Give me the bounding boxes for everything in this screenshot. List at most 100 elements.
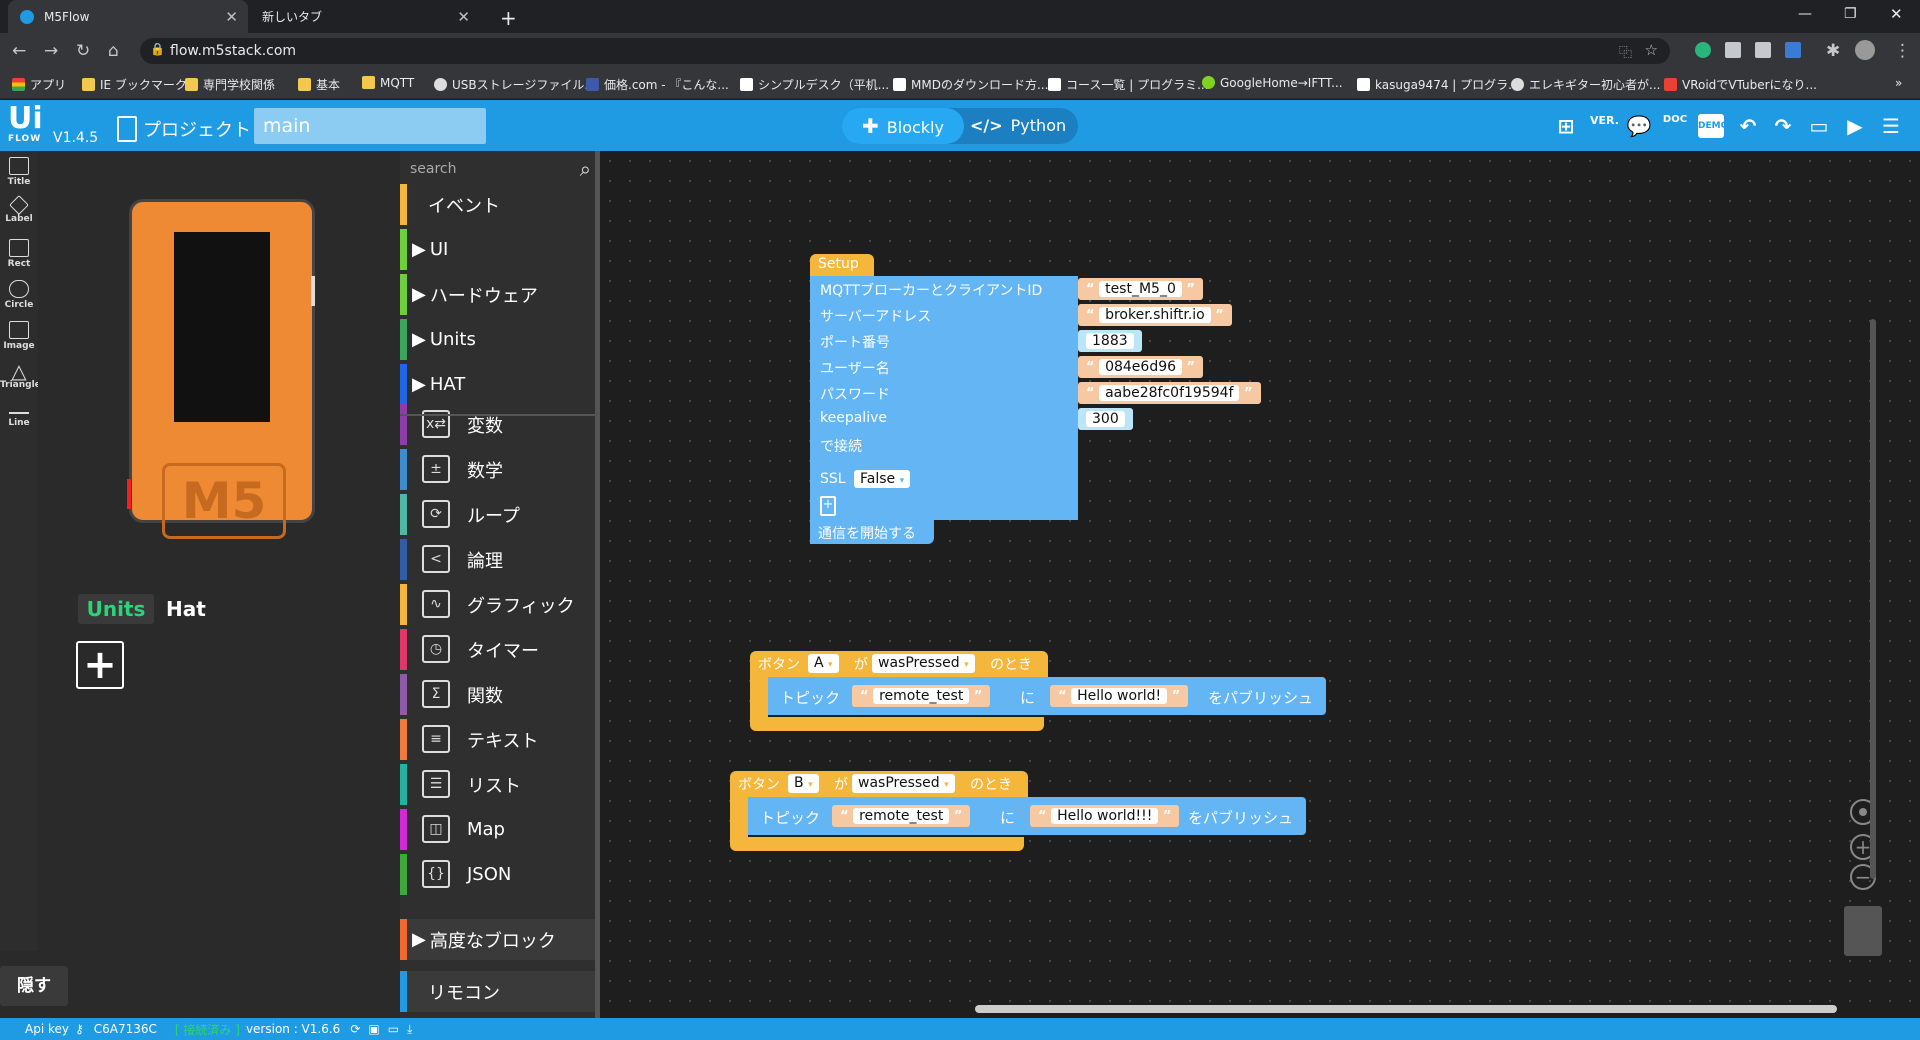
- blockly-workspace[interactable]: Setup MQTTブローカーとクライアントID “ test_M5_0 ” サーバ…: [600, 151, 1920, 1018]
- category-item[interactable]: < 論理: [400, 539, 595, 580]
- browser-tab-new[interactable]: 新しいタブ ✕: [250, 0, 480, 33]
- topic-value[interactable]: remote_test: [873, 688, 970, 704]
- message-value[interactable]: Hello world!!!: [1051, 808, 1159, 824]
- workspace-vertical-scrollbar[interactable]: [1870, 319, 1876, 879]
- string-value[interactable]: test_M5_0: [1099, 281, 1182, 297]
- project-button[interactable]: プロジェクト: [117, 116, 251, 142]
- event-type-dropdown[interactable]: wasPressed ▾: [852, 774, 955, 793]
- tab-units[interactable]: Units: [78, 594, 154, 624]
- number-value[interactable]: 1883: [1086, 333, 1134, 349]
- bookmark-item[interactable]: エレキギター初心者が...: [1511, 76, 1660, 93]
- category-item[interactable]: {} JSON: [400, 854, 595, 895]
- string-value[interactable]: 084e6d96: [1099, 359, 1183, 375]
- refresh-icon[interactable]: ⟳: [350, 1022, 360, 1036]
- redo-icon[interactable]: ↷: [1770, 114, 1796, 138]
- category-item[interactable]: x⇄ 変数: [400, 404, 595, 445]
- extension-icon[interactable]: [1755, 42, 1771, 58]
- string-value-block[interactable]: “ aabe28fc0f19594f ”: [1078, 382, 1261, 404]
- bookmark-item[interactable]: MMDのダウンロード方...: [893, 76, 1048, 93]
- category-item[interactable]: ⟳ ループ: [400, 494, 595, 535]
- new-tab-icon[interactable]: +: [500, 6, 517, 30]
- bookmark-item[interactable]: IE ブックマーク: [82, 76, 187, 93]
- palette-search-input[interactable]: search ⌕: [410, 155, 595, 183]
- translate-icon[interactable]: ⿻: [1619, 42, 1632, 61]
- category-remote[interactable]: リモコン: [400, 971, 595, 1012]
- python-mode-button[interactable]: </> Python: [964, 108, 1078, 144]
- category-item[interactable]: イベント: [400, 184, 595, 225]
- image-tool[interactable]: Image: [0, 321, 38, 351]
- string-value[interactable]: aabe28fc0f19594f: [1099, 385, 1240, 401]
- minimize-window-icon[interactable]: —: [1798, 6, 1812, 22]
- number-value[interactable]: 300: [1086, 411, 1125, 427]
- workspace-horizontal-scrollbar[interactable]: [975, 1005, 1837, 1013]
- reload-icon[interactable]: ↻: [76, 41, 90, 61]
- doc-icon[interactable]: DOC: [1662, 114, 1688, 138]
- bookmark-item[interactable]: シンプルデスク（平机...: [740, 76, 889, 93]
- home-icon[interactable]: ⌂: [108, 41, 119, 61]
- bookmark-item[interactable]: 基本: [298, 76, 340, 93]
- close-tab-icon[interactable]: ✕: [457, 8, 470, 26]
- back-icon[interactable]: ←: [12, 41, 26, 61]
- run-icon[interactable]: ▶: [1842, 114, 1868, 138]
- download-icon[interactable]: ⤓: [407, 1022, 412, 1037]
- string-value-block[interactable]: “ 084e6d96 ”: [1078, 356, 1204, 378]
- category-item[interactable]: ◷ タイマー: [400, 629, 595, 670]
- forward-icon[interactable]: →: [44, 41, 58, 61]
- close-window-icon[interactable]: ✕: [1890, 5, 1903, 23]
- browser-menu-icon[interactable]: ⋮: [1894, 41, 1911, 61]
- menu-icon[interactable]: ☰: [1878, 114, 1904, 138]
- message-string-block[interactable]: “ Hello world! ”: [1050, 685, 1189, 707]
- close-tab-icon[interactable]: ✕: [225, 8, 238, 26]
- rect-tool[interactable]: Rect: [0, 239, 38, 269]
- setup-block-header[interactable]: Setup: [810, 254, 874, 276]
- bookmark-item[interactable]: 価格.com - 『こんな...: [586, 76, 729, 93]
- comment-icon[interactable]: 💬: [1626, 114, 1652, 138]
- device-screen[interactable]: [174, 232, 270, 422]
- extension-icon[interactable]: [1725, 42, 1741, 58]
- trash-icon[interactable]: [1844, 906, 1882, 956]
- string-value-block[interactable]: “ test_M5_0 ”: [1078, 278, 1203, 300]
- bookmark-item[interactable]: アプリ: [12, 76, 66, 93]
- category-item[interactable]: ◫ Map: [400, 809, 595, 850]
- topic-value[interactable]: remote_test: [853, 808, 950, 824]
- open-folder-icon[interactable]: ▭: [388, 1022, 399, 1036]
- category-item[interactable]: ▶ UI: [400, 229, 595, 270]
- tab-hat[interactable]: Hat: [166, 594, 226, 624]
- bookmark-star-icon[interactable]: ☆: [1645, 41, 1658, 59]
- number-value-block[interactable]: 300: [1078, 408, 1133, 430]
- category-item[interactable]: ≡ テキスト: [400, 719, 595, 760]
- bookmark-item[interactable]: VRoidでVTuberになり...: [1664, 76, 1817, 93]
- category-advanced[interactable]: ▶ 高度なブロック: [400, 919, 595, 960]
- bookmark-item[interactable]: コース一覧 | プログラミ...: [1048, 76, 1209, 93]
- message-value[interactable]: Hello world!: [1071, 688, 1168, 704]
- bookmark-item[interactable]: USBストレージファイル...: [434, 76, 596, 93]
- extension-icon[interactable]: [1695, 42, 1711, 58]
- string-value[interactable]: broker.shiftr.io: [1099, 307, 1211, 323]
- demo-icon[interactable]: DEMO: [1698, 114, 1728, 138]
- bookmark-item[interactable]: 専門学校関係: [185, 76, 275, 93]
- undo-icon[interactable]: ↶: [1735, 114, 1761, 138]
- category-item[interactable]: ± 数学: [400, 449, 595, 490]
- restore-window-icon[interactable]: ❐: [1844, 6, 1857, 22]
- blockly-mode-button[interactable]: ✚ Blockly: [842, 108, 964, 144]
- more-bookmarks-icon[interactable]: »: [1895, 76, 1902, 90]
- browser-tab-m5flow[interactable]: M5Flow ✕: [8, 0, 248, 33]
- search-icon[interactable]: ⌕: [580, 155, 591, 183]
- topic-string-block[interactable]: “ remote_test ”: [832, 805, 971, 827]
- add-field-icon[interactable]: +: [820, 496, 836, 516]
- new-file-icon[interactable]: ⊞: [1553, 114, 1579, 138]
- bookmark-item[interactable]: kasuga9474 | プログラ...: [1357, 76, 1520, 93]
- title-tool[interactable]: Title: [0, 157, 38, 187]
- label-tool[interactable]: Label: [0, 195, 38, 224]
- save-icon[interactable]: ▣: [368, 1022, 379, 1036]
- category-item[interactable]: ☰ リスト: [400, 764, 595, 805]
- category-item[interactable]: ▶ HAT: [400, 364, 595, 405]
- extension-icon[interactable]: [1785, 42, 1801, 58]
- api-key-value[interactable]: C6A7136C: [94, 1022, 157, 1036]
- ssl-dropdown[interactable]: False ▾: [854, 470, 911, 488]
- number-value-block[interactable]: 1883: [1078, 330, 1142, 352]
- message-string-block[interactable]: “ Hello world!!! ”: [1030, 805, 1180, 827]
- category-item[interactable]: ▶ ハードウェア: [400, 274, 595, 315]
- string-value-block[interactable]: “ broker.shiftr.io ”: [1078, 304, 1232, 326]
- profile-avatar[interactable]: [1855, 40, 1875, 60]
